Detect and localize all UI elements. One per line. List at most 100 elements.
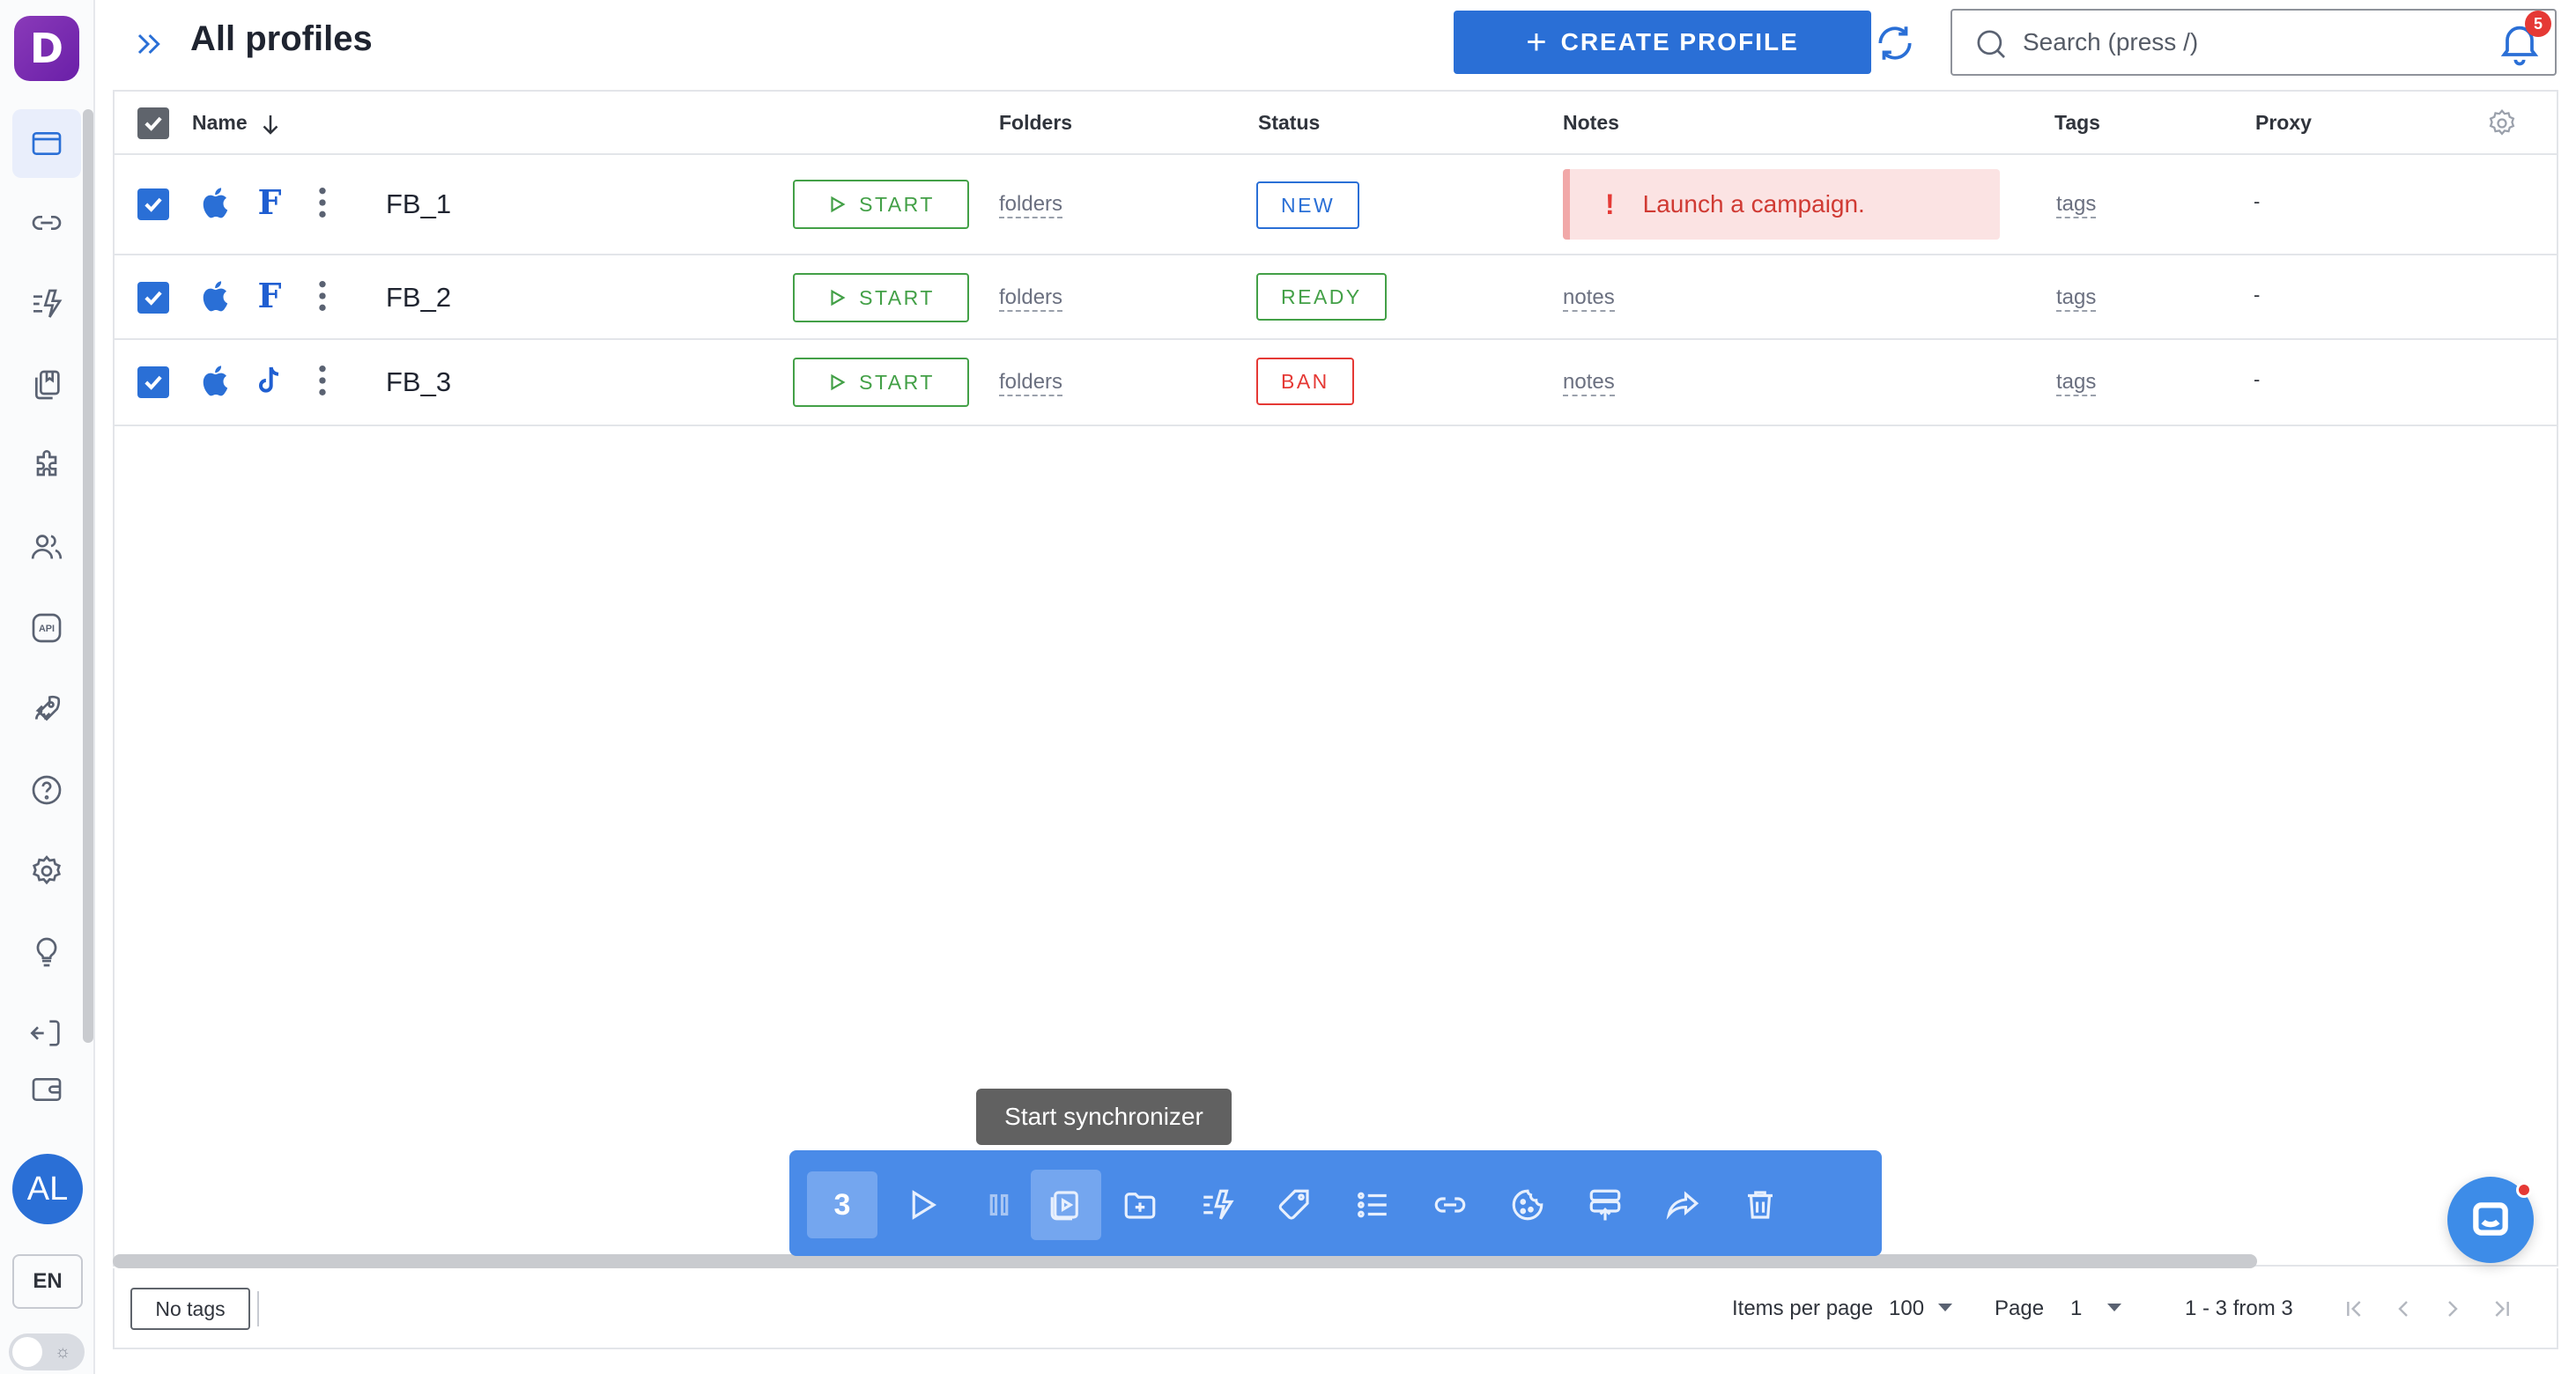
row-checkbox[interactable] bbox=[137, 282, 169, 314]
row-checkbox[interactable] bbox=[137, 366, 169, 398]
sidebar-item-settings[interactable] bbox=[12, 837, 81, 905]
row-checkbox[interactable] bbox=[137, 188, 169, 220]
user-avatar[interactable]: AL bbox=[12, 1154, 83, 1224]
status-badge[interactable]: BAN bbox=[1256, 358, 1354, 405]
column-header-status: Status bbox=[1258, 111, 1321, 134]
sidebar-item-profiles[interactable] bbox=[12, 109, 81, 178]
start-button[interactable]: START bbox=[793, 180, 969, 229]
sidebar-item-wallet[interactable] bbox=[12, 1055, 81, 1124]
sidebar-item-ideas[interactable] bbox=[12, 918, 81, 986]
profile-name[interactable]: FB_3 bbox=[386, 366, 451, 398]
search-input[interactable] bbox=[2023, 23, 2534, 62]
filter-icon[interactable] bbox=[1801, 21, 1857, 65]
check-icon bbox=[144, 375, 162, 390]
table-row[interactable]: FB_3 START folders BAN notes tags - bbox=[115, 340, 2557, 426]
wallet-icon bbox=[32, 1078, 62, 1101]
language-switch[interactable]: EN bbox=[12, 1254, 83, 1309]
app-root: D API AL EN ☼ All profiles + CREATE PROF… bbox=[0, 0, 2576, 1374]
note-text: Launch a campaign. bbox=[1642, 190, 1865, 218]
next-page-icon[interactable] bbox=[2439, 1295, 2467, 1323]
tags-link[interactable]: tags bbox=[2056, 285, 2097, 312]
bulk-automation-button[interactable] bbox=[1182, 1170, 1253, 1240]
sidebar-item-extensions[interactable] bbox=[12, 432, 81, 500]
table-row[interactable]: F FB_1 START folders NEW ! Launch a camp… bbox=[115, 155, 2557, 255]
templates-icon bbox=[35, 370, 60, 400]
previous-page-icon[interactable] bbox=[2389, 1295, 2417, 1323]
more-vertical-icon[interactable] bbox=[314, 185, 331, 220]
sidebar-item-team[interactable] bbox=[12, 513, 81, 581]
sidebar-item-automation[interactable] bbox=[12, 270, 81, 338]
column-header-name[interactable]: Name bbox=[192, 111, 248, 135]
notes-link[interactable]: notes bbox=[1563, 285, 1615, 312]
bulk-share-button[interactable] bbox=[1647, 1170, 1718, 1240]
sidebar-item-help[interactable] bbox=[12, 756, 81, 824]
bulk-delete-button[interactable] bbox=[1725, 1170, 1795, 1240]
theme-toggle[interactable]: ☼ bbox=[9, 1333, 85, 1370]
folders-link[interactable]: folders bbox=[999, 370, 1063, 396]
items-per-page-select[interactable]: 100 bbox=[1889, 1296, 1924, 1321]
select-all-checkbox[interactable] bbox=[137, 107, 169, 139]
start-button[interactable]: START bbox=[793, 358, 969, 407]
bulk-tag-button[interactable] bbox=[1260, 1170, 1330, 1240]
chevron-down-icon[interactable] bbox=[2107, 1304, 2121, 1311]
apple-icon bbox=[203, 188, 228, 218]
bulk-start-button[interactable] bbox=[886, 1170, 957, 1240]
note-alert[interactable]: ! Launch a campaign. bbox=[1563, 169, 2000, 240]
automation-icon bbox=[1203, 1189, 1234, 1220]
sort-desc-icon[interactable] bbox=[257, 111, 284, 137]
tags-link[interactable]: tags bbox=[2056, 370, 2097, 396]
profile-name[interactable]: FB_2 bbox=[386, 282, 451, 314]
profiles-table: Name Folders Status Notes Tags Proxy F F… bbox=[113, 90, 2558, 1267]
facebook-icon: F bbox=[252, 185, 287, 220]
footer-divider bbox=[257, 1291, 259, 1326]
profile-name[interactable]: FB_1 bbox=[386, 188, 451, 220]
sidebar-scrollbar[interactable] bbox=[83, 109, 93, 1043]
check-icon bbox=[144, 116, 162, 131]
theme-toggle-knob bbox=[12, 1337, 42, 1367]
refresh-icon[interactable] bbox=[1873, 21, 1917, 65]
sidebar-item-api[interactable]: API bbox=[12, 594, 81, 662]
proxy-value: - bbox=[2254, 368, 2261, 390]
column-settings-icon[interactable] bbox=[2486, 107, 2518, 139]
folders-link[interactable]: folders bbox=[999, 192, 1063, 218]
bulk-transfer-button[interactable] bbox=[1570, 1170, 1640, 1240]
page-label: Page bbox=[1995, 1296, 2045, 1320]
start-button[interactable]: START bbox=[793, 273, 969, 322]
more-vertical-icon[interactable] bbox=[314, 278, 331, 314]
table-row[interactable]: F FB_2 START folders READY notes tags - bbox=[115, 255, 2557, 340]
expand-sidebar-icon[interactable] bbox=[130, 26, 166, 62]
more-vertical-icon[interactable] bbox=[314, 363, 331, 398]
chevron-down-icon[interactable] bbox=[1938, 1304, 1952, 1311]
rocket-icon bbox=[35, 695, 61, 721]
no-tags-button[interactable]: No tags bbox=[130, 1288, 250, 1330]
folders-link[interactable]: folders bbox=[999, 285, 1063, 312]
bulk-cookie-button[interactable] bbox=[1492, 1170, 1563, 1240]
bulk-link-button[interactable] bbox=[1415, 1170, 1485, 1240]
bulk-list-button[interactable] bbox=[1337, 1170, 1408, 1240]
sidebar-item-templates[interactable] bbox=[12, 351, 81, 419]
search-field[interactable] bbox=[1951, 9, 2557, 76]
extensions-icon bbox=[36, 450, 57, 476]
status-badge[interactable]: READY bbox=[1256, 273, 1387, 321]
sidebar-item-launch[interactable] bbox=[12, 675, 81, 743]
check-icon bbox=[144, 291, 162, 306]
notes-link[interactable]: notes bbox=[1563, 370, 1615, 396]
bulk-add-to-folder-button[interactable] bbox=[1105, 1170, 1175, 1240]
first-page-icon[interactable] bbox=[2340, 1295, 2368, 1323]
app-logo[interactable]: D bbox=[14, 16, 79, 81]
link-icon bbox=[1434, 1197, 1466, 1213]
sidebar-item-links[interactable] bbox=[12, 188, 81, 257]
status-badge[interactable]: NEW bbox=[1256, 181, 1360, 229]
tags-link[interactable]: tags bbox=[2056, 192, 2097, 218]
chat-unread-dot bbox=[2516, 1182, 2532, 1198]
page-select[interactable]: 1 bbox=[2070, 1296, 2082, 1321]
bulk-pause-button[interactable] bbox=[964, 1170, 1034, 1240]
notification-badge: 5 bbox=[2525, 11, 2551, 37]
synchronizer-icon bbox=[1050, 1191, 1078, 1221]
last-page-icon[interactable] bbox=[2488, 1295, 2516, 1323]
page-range: 1 - 3 from 3 bbox=[2185, 1296, 2293, 1320]
api-icon-label: API bbox=[39, 624, 55, 634]
add-to-folder-icon bbox=[1124, 1193, 1156, 1219]
horizontal-scrollbar[interactable] bbox=[113, 1254, 2257, 1268]
bulk-synchronizer-button[interactable] bbox=[1031, 1170, 1101, 1240]
